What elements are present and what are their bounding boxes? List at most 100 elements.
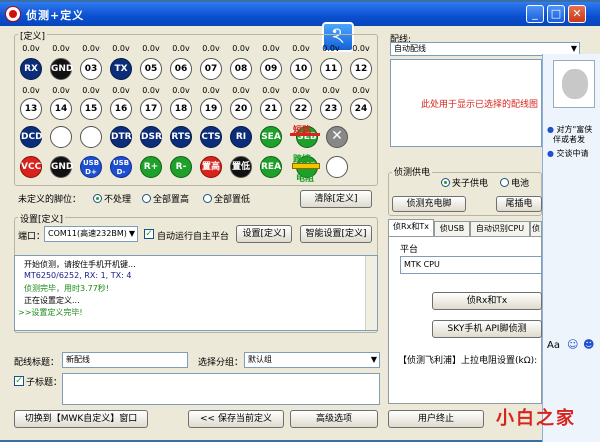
pin-09[interactable]: 09 — [260, 58, 282, 80]
smiley-icon[interactable]: ☻ — [583, 338, 594, 351]
pin-rea[interactable]: REA — [260, 156, 282, 178]
pin-cts[interactable]: CTS — [200, 126, 222, 148]
pin-16[interactable]: 16 — [110, 98, 132, 120]
pin-10[interactable]: 10 — [290, 58, 312, 80]
pin-voltage-label: 0.0v — [112, 44, 130, 53]
undefined-pins-label: 未定义的脚位： — [18, 195, 82, 205]
close-button[interactable]: ✕ — [568, 5, 586, 23]
log-output[interactable]: 开始侦测，请按住手机开机键... MT6250/6252, RX: 1, TX:… — [14, 255, 378, 331]
log-scrollbar[interactable] — [365, 256, 377, 330]
set-definition-button[interactable]: 设置[定义] — [236, 225, 292, 243]
pin-03[interactable]: 03 — [80, 58, 102, 80]
pin-tx[interactable]: TX — [110, 58, 132, 80]
definition-group-title: [定义] — [18, 29, 48, 42]
pin-voltage-label: 0.0v — [352, 86, 370, 95]
pin-usb-d-minus[interactable]: USB D- — [110, 156, 132, 178]
tab-more[interactable]: 侦 — [530, 221, 542, 236]
group-select[interactable]: 默认组 ▼ — [244, 352, 380, 368]
minimize-button[interactable]: _ — [526, 5, 544, 23]
pin-clear-icon[interactable]: ✕ — [326, 126, 348, 148]
pin-gnd[interactable]: GND — [50, 156, 73, 178]
port-select[interactable]: COM11(高速232BM) ▼ — [44, 226, 138, 242]
radio-battery-power[interactable] — [500, 178, 509, 187]
pin-dsr[interactable]: DSR — [140, 126, 162, 148]
pin-22[interactable]: 22 — [290, 98, 312, 120]
app-logo-icon — [5, 6, 21, 22]
pin-11[interactable]: 11 — [320, 58, 342, 80]
pin-17[interactable]: 17 — [140, 98, 162, 120]
save-definition-button[interactable]: << 保存当前定义 — [188, 410, 284, 428]
pin-r-plus[interactable]: R+ — [140, 156, 162, 178]
maximize-button[interactable]: □ — [547, 5, 565, 23]
window-title: 侦测+定义 — [26, 9, 85, 22]
subtitle-checkbox[interactable]: ✓ — [14, 376, 24, 386]
auto-run-label: 自动运行自主平台 — [157, 232, 230, 242]
pin-sea[interactable]: SEA — [260, 126, 282, 148]
pin-voltage-label: 0.0v — [322, 86, 340, 95]
cable-title-input[interactable]: 新配线 — [62, 352, 188, 368]
log-line: 正在设置定义... — [24, 296, 80, 305]
chat-panel: ● 对方"富侠 伴或者发 ● 交谈中请 Aa ☺ ☻ — [542, 54, 600, 442]
smart-set-button[interactable]: 智能设置[定义] — [300, 225, 372, 243]
pin-ri[interactable]: RI — [230, 126, 252, 148]
subtitle-input[interactable] — [62, 373, 380, 405]
set-high-button[interactable]: 置高 — [200, 156, 222, 178]
pin-vcc[interactable]: VCC — [20, 156, 42, 178]
pullup-status-label: 【侦测飞利浦】上拉电阻设置(kΩ): — [398, 356, 538, 366]
log-line: 侦测完毕，用时3.77秒! — [24, 284, 110, 293]
pin-blank[interactable] — [50, 126, 72, 148]
pin-14[interactable]: 14 — [50, 98, 72, 120]
cable-title-label: 配线标题： — [14, 358, 60, 368]
pin-13[interactable]: 13 — [20, 98, 42, 120]
pin-blank[interactable] — [326, 156, 348, 178]
detect-rx-tx-button[interactable]: 侦Rx和Tx — [432, 292, 542, 310]
pin-rts[interactable]: RTS — [170, 126, 192, 148]
set-low-button[interactable]: 置低 — [230, 156, 252, 178]
auto-run-checkbox[interactable]: ✓ — [144, 229, 154, 239]
radio-all-low[interactable] — [203, 194, 212, 203]
pin-05[interactable]: 05 — [140, 58, 162, 80]
pin-12[interactable]: 12 — [350, 58, 372, 80]
font-size-icon[interactable]: Aa — [547, 340, 560, 351]
radio-all-high[interactable] — [142, 194, 151, 203]
switch-mwk-button[interactable]: 切换到【MWK自定义】窗口 — [14, 410, 148, 428]
chat-text-1-value: 对方"富侠 — [556, 125, 593, 134]
pin-06[interactable]: 06 — [170, 58, 192, 80]
advanced-options-button[interactable]: 高级选项 — [290, 410, 378, 428]
chat-text-3-value: 交谈中请 — [556, 149, 589, 158]
pin-rx[interactable]: RX — [20, 58, 42, 80]
radio-clip-power[interactable] — [441, 178, 450, 187]
emoji-icon[interactable]: ☺ — [567, 338, 578, 351]
pin-15[interactable]: 15 — [80, 98, 102, 120]
platform-select[interactable]: MTK CPU — [400, 256, 542, 274]
tab-rx-tx[interactable]: 侦Rx和Tx — [388, 219, 434, 236]
info-icon: ● — [547, 149, 554, 158]
pin-21[interactable]: 21 — [260, 98, 282, 120]
chat-text-2: 伴或者发 — [553, 135, 585, 144]
pin-19[interactable]: 19 — [200, 98, 222, 120]
pin-20[interactable]: 20 — [230, 98, 252, 120]
user-stop-button[interactable]: 用户终止 — [388, 410, 484, 428]
radio-no-action[interactable] — [93, 194, 102, 203]
tab-usb[interactable]: 侦USB — [434, 221, 470, 236]
detect-charge-pin-button[interactable]: 侦测充电脚 — [392, 196, 466, 212]
pin-usb-d-plus[interactable]: USB D+ — [80, 156, 102, 178]
pin-18[interactable]: 18 — [170, 98, 192, 120]
pin-voltage-label: 0.0v — [262, 44, 280, 53]
pin-07[interactable]: 07 — [200, 58, 222, 80]
avatar-silhouette-icon — [562, 69, 588, 99]
pin-gnd[interactable]: GND — [50, 58, 73, 80]
short-circuit-line — [290, 133, 320, 136]
sky-api-detect-button[interactable]: SKY手机 API脚侦测 — [432, 320, 542, 338]
pin-dtr[interactable]: DTR — [110, 126, 132, 148]
tab-auto-cpu[interactable]: 自动识别CPU — [470, 221, 530, 236]
pin-23[interactable]: 23 — [320, 98, 342, 120]
pin-blank[interactable] — [80, 126, 102, 148]
tail-plug-button[interactable]: 尾插电 — [496, 196, 542, 212]
clear-definition-button[interactable]: 清除[定义] — [300, 190, 372, 208]
pin-dcd[interactable]: DCD — [20, 126, 43, 148]
pin-r-minus[interactable]: R- — [170, 156, 192, 178]
pin-24[interactable]: 24 — [350, 98, 372, 120]
pin-08[interactable]: 08 — [230, 58, 252, 80]
chevron-down-icon: ▼ — [370, 355, 377, 364]
